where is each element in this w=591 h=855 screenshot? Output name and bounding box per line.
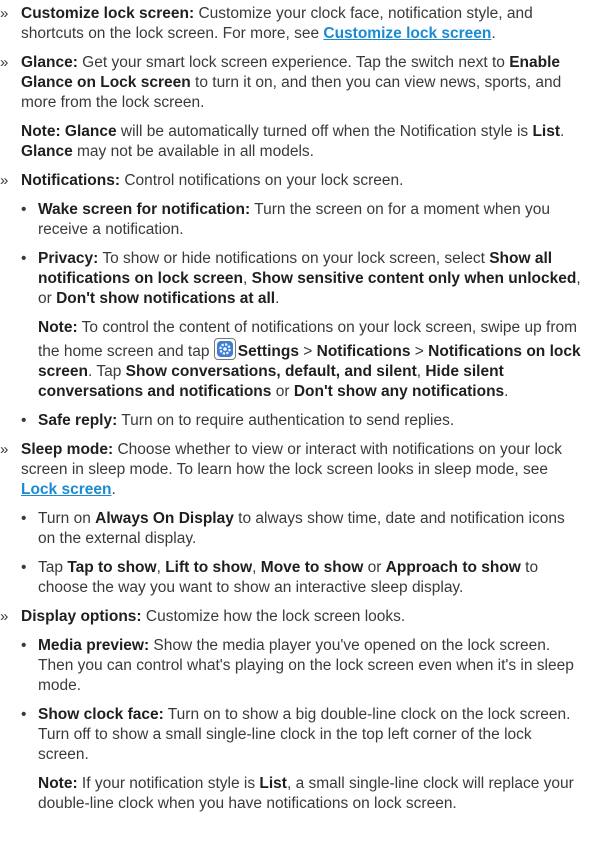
bold-term: Show conversations, default, and silent xyxy=(125,363,417,380)
bold-term: Tap to show xyxy=(67,559,157,576)
subitem-privacy: • Privacy: To show or hide notifications… xyxy=(0,249,583,309)
customize-lock-screen-link[interactable]: Customize lock screen xyxy=(323,25,491,42)
note-text: or xyxy=(271,383,294,400)
subitem-tap-to-show: • Tap Tap to show, Lift to show, Move to… xyxy=(0,558,583,598)
bold-term: List xyxy=(532,123,561,140)
chevron-right-icon: » xyxy=(0,441,9,458)
subitem-text: To show or hide notifications on your lo… xyxy=(98,250,490,267)
note-text: . Tap xyxy=(87,363,126,380)
subitem-text: , xyxy=(252,559,261,576)
lock-screen-link[interactable]: Lock screen xyxy=(21,481,111,498)
note-text: may not be available in all models. xyxy=(72,143,314,160)
subitem-text: Turn on xyxy=(38,510,96,527)
subitem-text: Tap xyxy=(38,559,68,576)
subitem-text: Turn on to require authentication to sen… xyxy=(117,412,455,429)
bold-term: Glance xyxy=(21,143,73,160)
item-text-end: . xyxy=(111,481,116,498)
subitem-text: , xyxy=(243,270,252,287)
subitem-text: or xyxy=(363,559,386,576)
privacy-note: Note: To control the content of notifica… xyxy=(0,318,583,402)
chevron-right-icon: » xyxy=(0,5,9,22)
chevron-right-icon: » xyxy=(0,172,9,189)
bullet-icon: • xyxy=(21,412,27,429)
item-display-options: » Display options: Customize how the loc… xyxy=(0,607,583,627)
item-sleep-mode: » Sleep mode: Choose whether to view or … xyxy=(0,440,583,500)
chevron-right-icon: » xyxy=(0,608,9,625)
note-label: Note: xyxy=(21,123,61,140)
glance-note: Note: Glance will be automatically turne… xyxy=(0,122,583,162)
item-customize-lock-screen: » Customize lock screen: Customize your … xyxy=(0,4,583,44)
item-text: Get your smart lock screen experience. T… xyxy=(77,54,510,71)
bold-term: Move to show xyxy=(260,559,364,576)
subitem-show-clock-face: • Show clock face: Turn on to show a big… xyxy=(0,705,583,765)
subitem-text: . xyxy=(275,290,280,307)
bullet-icon: • xyxy=(21,250,27,267)
bullet-icon: • xyxy=(21,510,27,527)
bullet-icon: • xyxy=(21,201,27,218)
subitem-text: , xyxy=(156,559,166,576)
note-text: > xyxy=(410,343,429,360)
bullet-icon: • xyxy=(21,637,27,654)
item-title: Display options: xyxy=(21,608,142,625)
note-text: will be automatically turned off when th… xyxy=(116,123,533,140)
bold-term: Lift to show xyxy=(165,559,253,576)
item-text-end: . xyxy=(491,25,496,42)
note-text: > xyxy=(298,343,317,360)
item-title: Notifications: xyxy=(21,172,121,189)
bold-term: Notifications xyxy=(316,343,411,360)
settings-gear-icon xyxy=(213,338,236,360)
subitem-title: Privacy: xyxy=(38,250,99,267)
clock-note: Note: If your notification style is List… xyxy=(0,774,583,814)
subitem-wake-screen: • Wake screen for notification: Turn the… xyxy=(0,200,583,240)
subitem-always-on-display: • Turn on Always On Display to always sh… xyxy=(0,509,583,549)
item-notifications: » Notifications: Control notifications o… xyxy=(0,171,583,191)
note-text: If your notification style is xyxy=(77,775,260,792)
subitem-title: Safe reply: xyxy=(38,412,118,429)
note-text: . xyxy=(560,123,565,140)
item-text: Customize how the lock screen looks. xyxy=(141,608,406,625)
note-label: Note: xyxy=(38,775,78,792)
bullet-icon: • xyxy=(21,706,27,723)
item-title: Sleep mode: xyxy=(21,441,114,458)
subitem-title: Media preview: xyxy=(38,637,150,654)
note-text: . xyxy=(504,383,509,400)
note-label: Note: xyxy=(38,319,78,336)
item-title: Customize lock screen: xyxy=(21,5,195,22)
item-glance: » Glance: Get your smart lock screen exp… xyxy=(0,53,583,113)
bullet-icon: • xyxy=(21,559,27,576)
bold-term: List xyxy=(259,775,287,792)
bold-term: Always On Display xyxy=(95,510,234,527)
item-text: Control notifications on your lock scree… xyxy=(120,172,404,189)
subitem-title: Wake screen for notification: xyxy=(38,201,251,218)
bold-term: Glance xyxy=(64,123,117,140)
subitem-safe-reply: • Safe reply: Turn on to require authent… xyxy=(0,411,583,431)
bold-term: Don't show notifications at all xyxy=(56,290,276,307)
subitem-media-preview: • Media preview: Show the media player y… xyxy=(0,636,583,696)
document-page: » Customize lock screen: Customize your … xyxy=(0,0,591,814)
subitem-title: Show clock face: xyxy=(38,706,164,723)
chevron-right-icon: » xyxy=(0,54,9,71)
bold-term: Don't show any notifications xyxy=(293,383,505,400)
bold-term: Settings xyxy=(237,343,299,360)
bold-term: Approach to show xyxy=(385,559,521,576)
item-title: Glance: xyxy=(21,54,78,71)
bold-term: Show sensitive content only when unlocke… xyxy=(251,270,577,287)
